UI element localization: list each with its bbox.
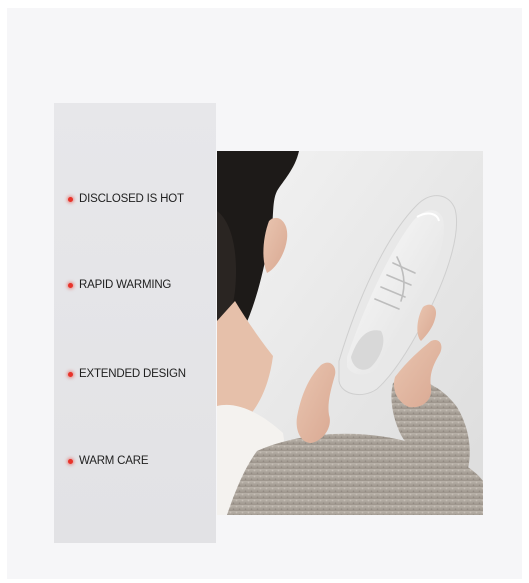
bullet-dot-icon (68, 196, 73, 202)
bullet-dot-icon (68, 458, 73, 464)
bullet-dot-icon (68, 282, 73, 288)
feature-item-warm-care: WARM CARE (68, 455, 149, 467)
product-photo-illustration (217, 151, 483, 515)
bullet-dot-icon (68, 371, 73, 377)
feature-label: WARM CARE (79, 455, 149, 467)
feature-label: DISCLOSED IS HOT (79, 193, 184, 205)
feature-label: EXTENDED DESIGN (79, 368, 186, 380)
feature-item-disclosed-is-hot: DISCLOSED IS HOT (68, 193, 184, 205)
feature-item-rapid-warming: RAPID WARMING (68, 279, 171, 291)
feature-list-card: DISCLOSED IS HOT RAPID WARMING EXTENDED … (54, 103, 216, 543)
product-photo (217, 151, 483, 515)
feature-label: RAPID WARMING (79, 279, 172, 291)
feature-item-extended-design: EXTENDED DESIGN (68, 368, 186, 380)
product-detail-page: DISCLOSED IS HOT RAPID WARMING EXTENDED … (0, 0, 529, 583)
